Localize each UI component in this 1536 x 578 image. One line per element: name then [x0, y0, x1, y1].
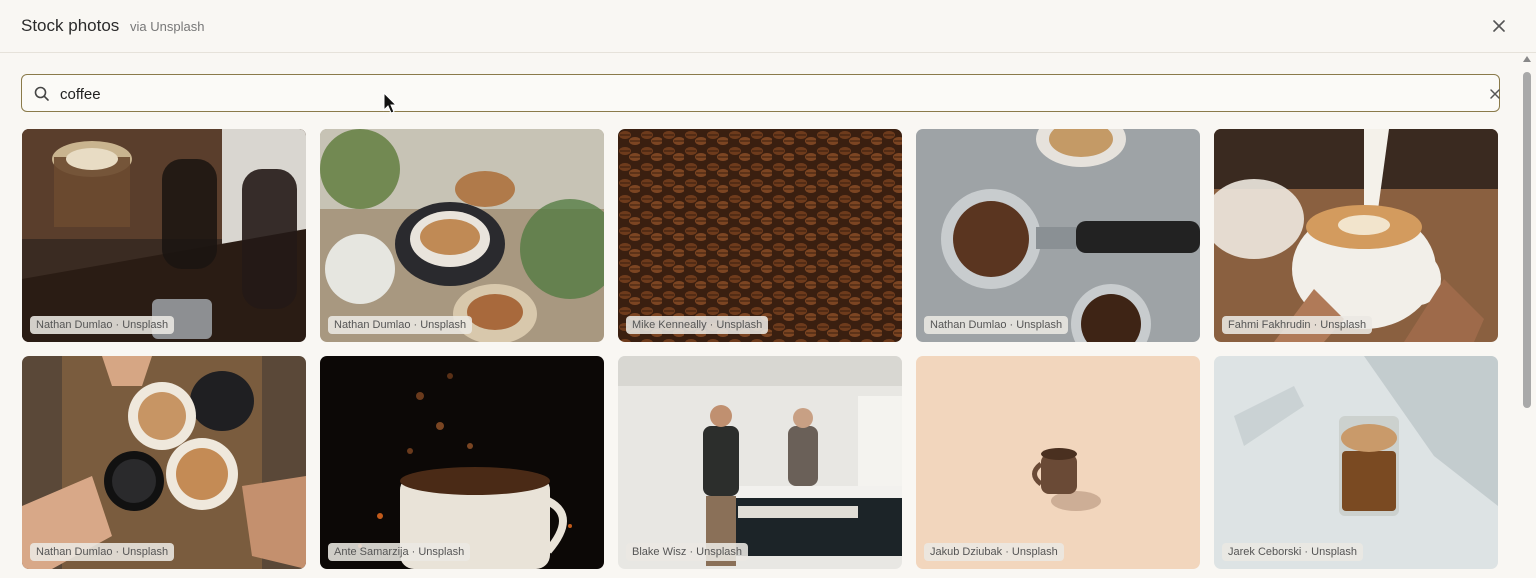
- dialog-subtitle: via Unsplash: [130, 19, 205, 34]
- photo-credit: Nathan Dumlao · Unsplash: [924, 316, 1069, 334]
- photo-image: [320, 356, 604, 569]
- photo-credit: Ante Samarzija · Unsplash: [328, 543, 471, 561]
- scroll-up-arrow-icon[interactable]: [1523, 56, 1531, 62]
- clear-search-icon[interactable]: [1487, 86, 1503, 102]
- photo-credit: Mike Kenneally · Unsplash: [626, 316, 769, 334]
- mouse-cursor-icon: [383, 92, 398, 114]
- photo-credit: Nathan Dumlao · Unsplash: [328, 316, 473, 334]
- photo-credit: Jakub Dziubak · Unsplash: [924, 543, 1064, 561]
- scrollbar-thumb[interactable]: [1523, 72, 1531, 408]
- photo-image: [320, 129, 604, 342]
- photo-tile[interactable]: Mike Kenneally · Unsplash: [618, 129, 902, 342]
- photo-credit: Nathan Dumlao · Unsplash: [30, 316, 175, 334]
- photo-credit: Blake Wisz · Unsplash: [626, 543, 749, 561]
- photo-image: [1214, 356, 1498, 569]
- photo-image: [1214, 129, 1498, 342]
- photo-tile[interactable]: Nathan Dumlao · Unsplash: [916, 129, 1200, 342]
- photo-image: [618, 356, 902, 569]
- close-icon: [1493, 20, 1505, 32]
- photo-credit: Jarek Ceborski · Unsplash: [1222, 543, 1363, 561]
- photo-image: [916, 129, 1200, 342]
- search-input[interactable]: [58, 81, 1462, 107]
- photo-tile[interactable]: Jarek Ceborski · Unsplash: [1214, 356, 1498, 569]
- photo-tile[interactable]: Ante Samarzija · Unsplash: [320, 356, 604, 569]
- photo-image: [22, 129, 306, 342]
- photo-credit: Nathan Dumlao · Unsplash: [30, 543, 175, 561]
- photo-tile[interactable]: Nathan Dumlao · Unsplash: [320, 129, 604, 342]
- close-button[interactable]: [1488, 15, 1510, 37]
- photo-image: [618, 129, 902, 342]
- search-bar: [21, 74, 1500, 112]
- photo-image: [22, 356, 306, 569]
- photo-tile[interactable]: Nathan Dumlao · Unsplash: [22, 129, 306, 342]
- dialog-title: Stock photos: [21, 16, 120, 35]
- scrollbar[interactable]: [1520, 56, 1534, 578]
- photo-tile[interactable]: Fahmi Fakhrudin · Unsplash: [1214, 129, 1498, 342]
- photo-tile[interactable]: Blake Wisz · Unsplash: [618, 356, 902, 569]
- photo-tile[interactable]: Jakub Dziubak · Unsplash: [916, 356, 1200, 569]
- dialog-header: Stock photos via Unsplash: [0, 0, 1536, 53]
- photo-credit: Fahmi Fakhrudin · Unsplash: [1222, 316, 1373, 334]
- photo-image: [916, 356, 1200, 569]
- search-icon: [34, 86, 49, 101]
- photo-tile[interactable]: Nathan Dumlao · Unsplash: [22, 356, 306, 569]
